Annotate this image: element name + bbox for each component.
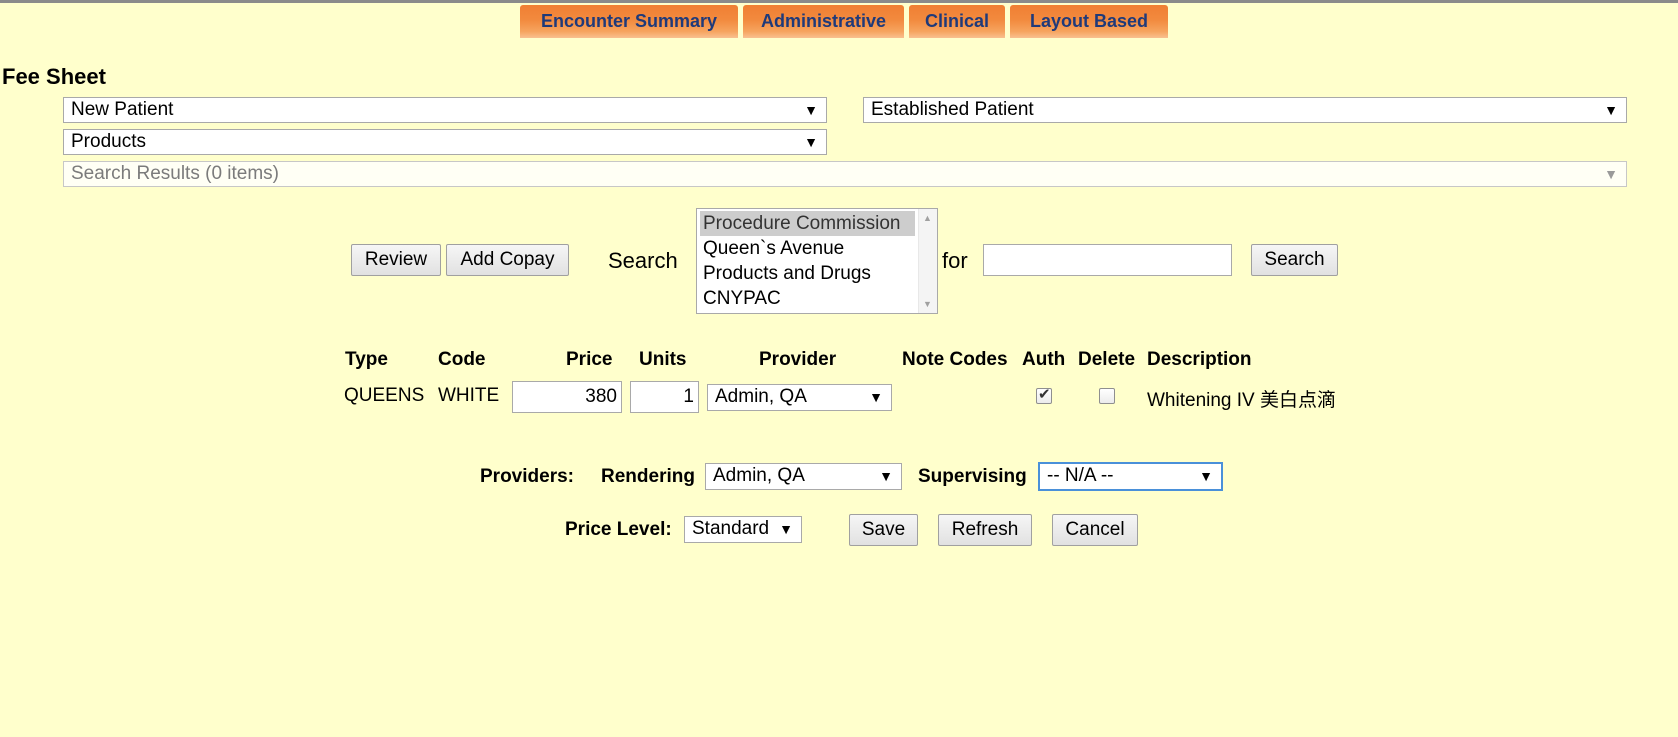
tab-encounter-summary[interactable]: Encounter Summary: [520, 5, 738, 38]
new-patient-select-value: New Patient: [71, 99, 174, 120]
chevron-down-icon: ▼: [804, 134, 818, 150]
row-description: Whitening IV 美白点滴: [1147, 390, 1336, 411]
column-header-type: Type: [345, 349, 388, 370]
tab-clinical[interactable]: Clinical: [909, 5, 1005, 38]
supervising-provider-select-value: -- N/A --: [1047, 465, 1114, 486]
row-auth-checkbox[interactable]: ✔: [1036, 386, 1052, 404]
code-type-option[interactable]: Products and Drugs: [700, 261, 915, 286]
column-header-auth: Auth: [1022, 349, 1066, 370]
row-provider-select-value: Admin, QA: [715, 386, 807, 407]
rendering-provider-select[interactable]: Admin, QA ▼: [705, 463, 902, 490]
row-provider-select[interactable]: Admin, QA ▼: [707, 384, 892, 411]
supervising-label: Supervising: [918, 466, 1027, 487]
search-results-select: Search Results (0 items) ▼: [63, 161, 1627, 187]
code-type-listbox[interactable]: Procedure Commission Queen`s Avenue Prod…: [696, 208, 938, 314]
chevron-down-icon: ▼: [1199, 468, 1213, 484]
rendering-provider-select-value: Admin, QA: [713, 465, 805, 486]
window-top-border: [0, 0, 1678, 3]
established-patient-select[interactable]: Established Patient ▼: [863, 97, 1627, 123]
column-header-note-codes: Note Codes: [902, 349, 1008, 370]
new-patient-select[interactable]: New Patient ▼: [63, 97, 827, 123]
scroll-up-icon[interactable]: ▲: [923, 213, 932, 223]
column-header-provider: Provider: [759, 349, 837, 370]
search-results-select-value: Search Results (0 items): [71, 163, 280, 184]
refresh-button[interactable]: Refresh: [938, 514, 1032, 546]
chevron-down-icon: ▼: [779, 521, 793, 537]
chevron-down-icon: ▼: [1604, 102, 1618, 118]
code-type-option[interactable]: Procedure Commission: [700, 211, 915, 236]
code-type-option[interactable]: Queen`s Avenue: [700, 236, 915, 261]
row-delete-checkbox[interactable]: [1099, 388, 1115, 404]
page-title: Fee Sheet: [2, 64, 106, 89]
chevron-down-icon: ▼: [869, 389, 883, 405]
add-copay-button[interactable]: Add Copay: [446, 244, 569, 276]
tab-layout-based[interactable]: Layout Based: [1010, 5, 1168, 38]
price-level-select[interactable]: Standard ▼: [684, 516, 802, 543]
established-patient-select-value: Established Patient: [871, 99, 1034, 120]
cancel-button[interactable]: Cancel: [1052, 514, 1138, 546]
listbox-scrollbar[interactable]: ▲ ▼: [918, 209, 937, 313]
row-price-input[interactable]: [512, 381, 622, 413]
products-select-value: Products: [71, 131, 146, 152]
providers-label: Providers:: [480, 466, 574, 487]
column-header-delete: Delete: [1078, 349, 1136, 370]
chevron-down-icon: ▼: [879, 468, 893, 484]
price-level-label: Price Level:: [565, 519, 672, 540]
tab-administrative[interactable]: Administrative: [743, 5, 904, 38]
scroll-down-icon[interactable]: ▼: [923, 299, 932, 309]
column-header-price: Price: [566, 349, 613, 370]
row-units-input[interactable]: [630, 381, 699, 413]
check-icon: ✔: [1038, 386, 1051, 403]
tab-label: Clinical: [924, 11, 990, 31]
column-header-description: Description: [1147, 349, 1252, 370]
chevron-down-icon: ▼: [804, 102, 818, 118]
search-button[interactable]: Search: [1251, 244, 1338, 276]
code-type-option[interactable]: CNYPAC: [700, 286, 915, 311]
price-level-select-value: Standard: [692, 518, 770, 539]
tab-label: Layout Based: [1029, 11, 1149, 31]
chevron-down-icon: ▼: [1604, 166, 1618, 182]
row-code: WHITE: [438, 385, 500, 406]
search-input[interactable]: [983, 244, 1232, 276]
for-label: for: [942, 248, 968, 273]
save-button[interactable]: Save: [849, 514, 918, 546]
rendering-label: Rendering: [601, 466, 695, 487]
column-header-code: Code: [438, 349, 486, 370]
tab-label: Administrative: [760, 11, 887, 31]
column-header-units: Units: [639, 349, 687, 370]
supervising-provider-select[interactable]: -- N/A -- ▼: [1038, 462, 1223, 491]
products-select[interactable]: Products ▼: [63, 129, 827, 155]
row-type: QUEENS: [344, 385, 425, 406]
tab-label: Encounter Summary: [540, 11, 718, 31]
review-button[interactable]: Review: [351, 244, 441, 276]
search-label: Search: [608, 248, 678, 273]
